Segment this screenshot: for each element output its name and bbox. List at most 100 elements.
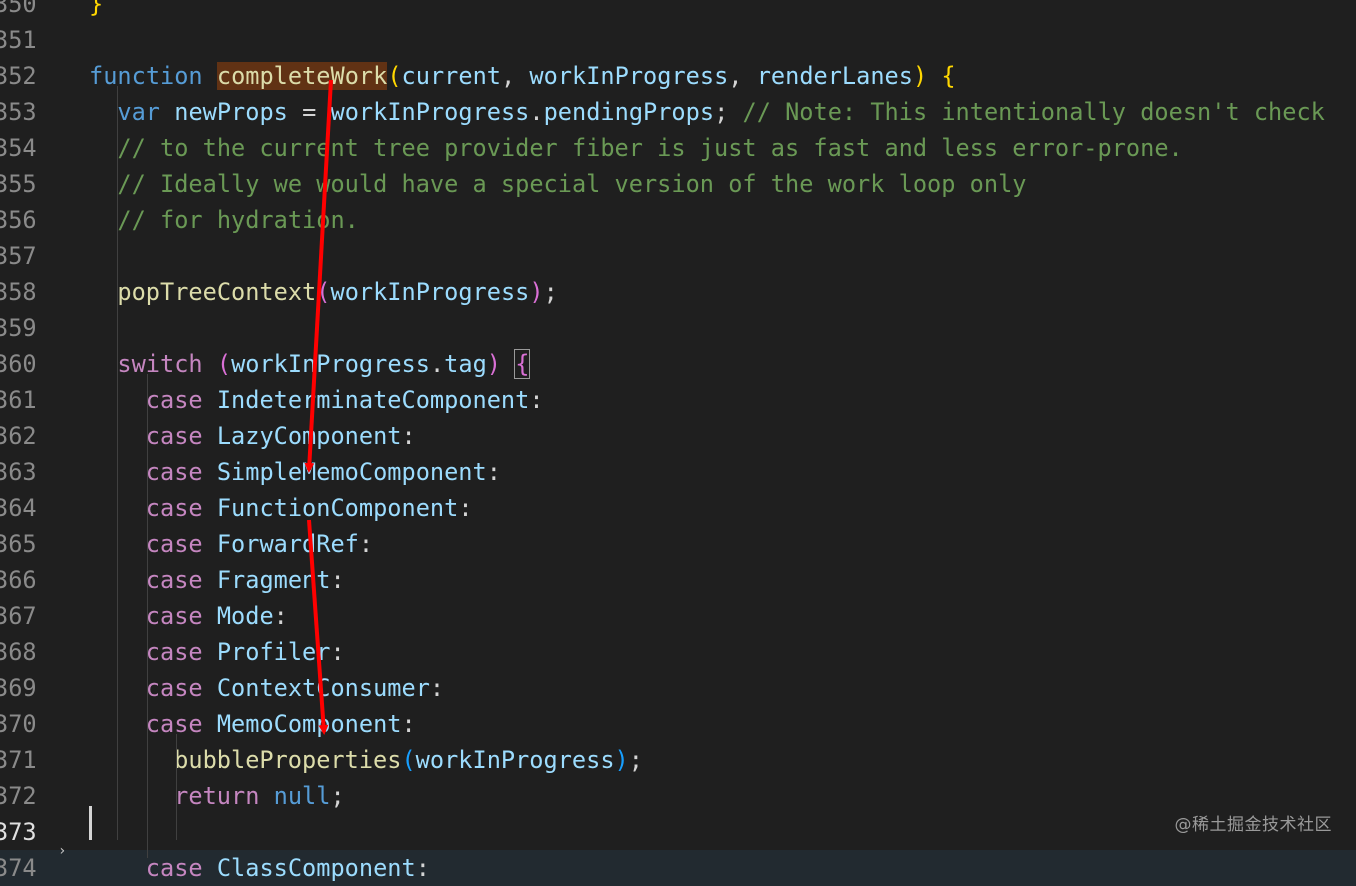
code-line[interactable]: 352 function completeWork(current, workIn… xyxy=(0,58,1356,94)
code-token: workInProgress xyxy=(330,278,530,306)
code-token: newProps xyxy=(174,98,288,126)
code-text: switch (workInProgress.tag) { xyxy=(89,346,531,382)
code-text: // for hydration. xyxy=(89,202,358,238)
code-line[interactable]: 364 case FunctionComponent: xyxy=(0,490,1356,526)
code-line[interactable]: 374 case ClassComponent: xyxy=(0,850,1356,886)
line-number: 351 xyxy=(0,26,37,54)
code-line[interactable]: 370 case MemoComponent: xyxy=(0,706,1356,742)
code-line[interactable]: 359 xyxy=(0,310,1356,346)
code-token: ForwardRef xyxy=(216,530,359,558)
code-token: case xyxy=(145,458,203,486)
code-line[interactable]: 362 case LazyComponent: xyxy=(0,418,1356,454)
code-line[interactable]: 358 popTreeContext(workInProgress); xyxy=(0,274,1356,310)
code-line[interactable]: 367 case Mode: xyxy=(0,598,1356,634)
code-line[interactable]: 368 case Profiler: xyxy=(0,634,1356,670)
code-line[interactable]: 355 // Ideally we would have a special ve… xyxy=(0,166,1356,202)
chevron-right-icon[interactable]: › xyxy=(58,844,70,858)
code-token: bubbleProperties xyxy=(174,746,402,774)
code-line[interactable]: 356 // for hydration. xyxy=(0,202,1356,238)
code-token: ( xyxy=(387,62,402,90)
code-line[interactable]: 357 xyxy=(0,238,1356,274)
code-line[interactable]: 373 xyxy=(0,814,1356,850)
code-token: case xyxy=(145,854,203,882)
code-token: tag xyxy=(444,350,487,378)
code-line[interactable]: 354 // to the current tree provider fiber… xyxy=(0,130,1356,166)
code-text: case ClassComponent: xyxy=(89,850,430,886)
text-cursor xyxy=(89,806,92,840)
code-token: . xyxy=(429,350,445,378)
code-token: . xyxy=(529,98,544,126)
indent-guide xyxy=(176,734,177,840)
code-line[interactable]: 372 return null; xyxy=(0,778,1356,814)
code-line[interactable]: 366 case Fragment: xyxy=(0,562,1356,598)
line-number: 357 xyxy=(0,242,37,270)
code-token: workInProgress xyxy=(529,62,729,90)
code-line[interactable]: 369 case ContextConsumer: xyxy=(0,670,1356,706)
code-token: : xyxy=(401,422,416,450)
code-text: case LazyComponent: xyxy=(89,418,416,454)
code-token: } xyxy=(89,0,104,18)
code-token: SimpleMemoComponent xyxy=(216,458,487,486)
code-token: Profiler xyxy=(216,638,331,666)
code-token: case xyxy=(145,386,203,414)
code-token: case xyxy=(145,494,203,522)
code-line[interactable]: 351 xyxy=(0,22,1356,58)
code-line[interactable]: 360 switch (workInProgress.tag) { xyxy=(0,346,1356,382)
code-token: ClassComponent xyxy=(216,854,416,882)
code-token: ; xyxy=(543,278,558,306)
code-editor[interactable]: 350} 351 352 function completeWork(current,… xyxy=(0,0,1356,886)
code-token: case xyxy=(145,638,203,666)
code-line[interactable]: 350} xyxy=(0,0,1356,22)
line-number: 370 xyxy=(0,710,37,738)
code-line[interactable]: 353 var newProps = workInProgress.pending… xyxy=(0,94,1356,130)
code-token: case xyxy=(145,566,203,594)
code-token: ; xyxy=(628,746,643,774)
code-text: // to the current tree provider fiber is… xyxy=(89,130,1183,166)
code-line[interactable]: 371 bubbleProperties(workInProgress); xyxy=(0,742,1356,778)
line-number: 356 xyxy=(0,206,37,234)
code-token: : xyxy=(458,494,473,522)
code-token: : xyxy=(273,602,288,630)
code-line[interactable]: 363 case SimpleMemoComponent: xyxy=(0,454,1356,490)
code-token: // Ideally we would have a special versi… xyxy=(117,170,1027,198)
code-token: : xyxy=(415,854,430,882)
code-token: : xyxy=(358,530,374,558)
line-number: 369 xyxy=(0,674,37,702)
code-token: // to the current tree provider fiber is… xyxy=(117,134,1183,162)
code-line[interactable]: 361 case IndeterminateComponent: xyxy=(0,382,1356,418)
code-text: bubbleProperties(workInProgress); xyxy=(89,742,643,778)
code-token: LazyComponent xyxy=(216,422,402,450)
code-text: case ForwardRef: xyxy=(89,526,373,562)
watermark: @稀土掘金技术社区 xyxy=(1174,815,1332,835)
code-line[interactable]: 365 case ForwardRef: xyxy=(0,526,1356,562)
code-text: var newProps = workInProgress.pendingPro… xyxy=(89,94,1324,130)
